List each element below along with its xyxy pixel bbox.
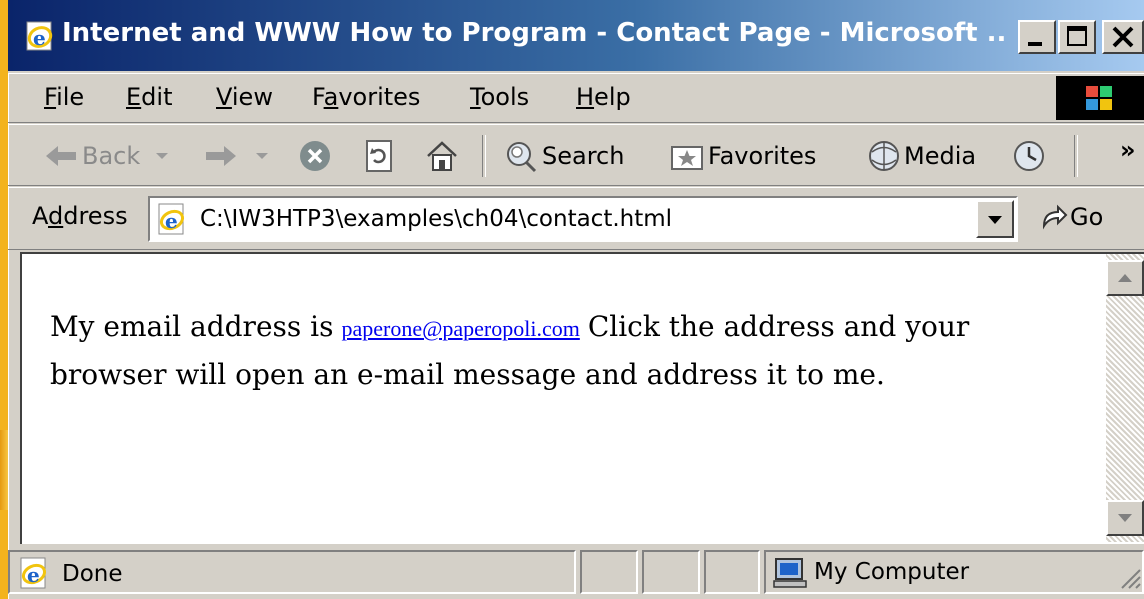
- minimize-icon: [1028, 42, 1042, 46]
- stop-icon: [300, 141, 330, 171]
- favorites-button[interactable]: Favorites: [670, 139, 816, 173]
- home-icon: [427, 141, 457, 171]
- stop-button[interactable]: [298, 139, 332, 173]
- menu-bar: File Edit View Favorites Tools Help: [8, 73, 1144, 123]
- go-button[interactable]: Go: [1038, 202, 1103, 232]
- scroll-up-button[interactable]: [1106, 260, 1144, 296]
- email-link[interactable]: paperone@paperopoli.com: [341, 316, 579, 341]
- status-bar: e Done My Computer: [8, 546, 1144, 599]
- svg-text:e: e: [165, 209, 178, 233]
- address-dropdown-button[interactable]: [976, 200, 1014, 238]
- window-title: Internet and WWW How to Program - Contac…: [62, 18, 1007, 48]
- internet-explorer-icon: e: [26, 21, 53, 51]
- svg-text:e: e: [27, 563, 40, 587]
- media-label: Media: [904, 142, 977, 170]
- menu-tools[interactable]: Tools: [470, 83, 529, 111]
- back-button[interactable]: Back: [44, 139, 172, 173]
- address-field[interactable]: e: [148, 196, 1018, 242]
- refresh-button[interactable]: [364, 139, 396, 173]
- maximize-icon: [1067, 26, 1087, 46]
- close-icon: [1112, 26, 1134, 48]
- maximize-button[interactable]: [1058, 20, 1096, 54]
- history-icon: [1014, 141, 1044, 171]
- status-pane-empty: [704, 550, 760, 594]
- menu-edit[interactable]: Edit: [126, 83, 172, 111]
- standard-toolbar: Back Search Favorites Media »: [8, 124, 1144, 186]
- svg-text:e: e: [33, 26, 46, 50]
- resize-grip-icon[interactable]: [1118, 566, 1142, 590]
- chevron-down-icon: [988, 216, 1002, 224]
- favorites-label: Favorites: [708, 142, 817, 170]
- close-button[interactable]: [1102, 20, 1144, 54]
- address-label: Address: [32, 202, 128, 230]
- menu-file[interactable]: File: [44, 83, 84, 111]
- browser-window: e Internet and WWW How to Program - Cont…: [8, 0, 1144, 599]
- menu-favorites[interactable]: Favorites: [312, 83, 420, 111]
- windows-flag-icon: [1086, 86, 1112, 110]
- forward-button[interactable]: [204, 139, 272, 173]
- minimize-button[interactable]: [1018, 20, 1056, 54]
- status-zone-pane: My Computer: [764, 550, 1144, 594]
- status-pane-empty: [580, 550, 638, 594]
- search-label: Search: [542, 142, 625, 170]
- page-content-area: My email address is paperone@paperopoli.c…: [20, 252, 1144, 544]
- my-computer-icon: [773, 558, 807, 588]
- status-text: Done: [62, 561, 123, 587]
- go-arrow-icon: [1042, 204, 1068, 230]
- menu-help[interactable]: Help: [576, 83, 631, 111]
- forward-arrow-icon: [206, 146, 236, 166]
- security-zone-text: My Computer: [814, 559, 970, 585]
- internet-explorer-page-icon: e: [158, 203, 185, 235]
- refresh-icon: [366, 140, 392, 172]
- media-icon: [869, 141, 899, 171]
- address-bar: Address e Go: [8, 187, 1144, 250]
- back-arrow-icon: [46, 146, 76, 166]
- home-button[interactable]: [424, 139, 460, 173]
- media-button[interactable]: Media: [866, 139, 976, 173]
- toolbar-separator: [1074, 135, 1078, 177]
- chevron-up-icon: [1118, 274, 1132, 282]
- page-paragraph: My email address is paperone@paperopoli.c…: [50, 304, 1090, 398]
- search-button[interactable]: Search: [502, 139, 624, 173]
- back-label: Back: [82, 142, 141, 170]
- favorites-icon: [671, 146, 703, 170]
- status-main-pane: e Done: [8, 550, 576, 594]
- toolbar-separator: [482, 135, 486, 177]
- desktop-background: [0, 430, 8, 510]
- vertical-scrollbar[interactable]: [1106, 254, 1144, 542]
- go-label: Go: [1070, 203, 1104, 231]
- chevron-down-icon: [1118, 514, 1132, 522]
- chevron-down-icon: [256, 153, 268, 159]
- scroll-down-button[interactable]: [1106, 500, 1144, 536]
- search-icon: [507, 142, 537, 173]
- chevron-down-icon: [156, 153, 169, 159]
- text-before-link: My email address is: [50, 310, 334, 343]
- history-button[interactable]: [1010, 139, 1048, 173]
- windows-logo-throbber: [1056, 76, 1144, 120]
- status-pane-empty: [642, 550, 700, 594]
- menu-view[interactable]: View: [216, 83, 273, 111]
- address-input[interactable]: [200, 204, 960, 234]
- page-done-icon: e: [20, 557, 47, 589]
- title-bar[interactable]: e Internet and WWW How to Program - Cont…: [8, 0, 1144, 73]
- toolbar-overflow-button[interactable]: »: [1120, 133, 1136, 167]
